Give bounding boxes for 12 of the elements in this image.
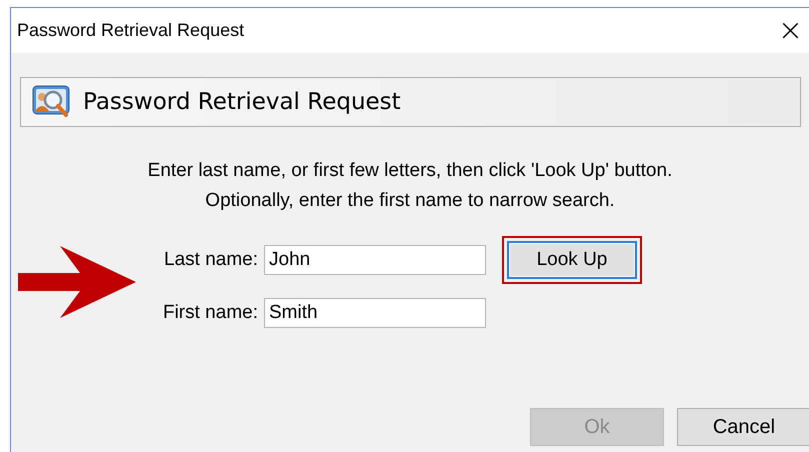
instruction-text: Optionally, enter the first name to narrow search. xyxy=(205,190,615,212)
header-title: Password Retrieval Request xyxy=(83,89,401,115)
name-field[interactable]: John xyxy=(264,245,486,275)
dialog-button[interactable]: Cancel xyxy=(677,408,809,446)
field-label: Last name: xyxy=(163,249,258,271)
arrow-icon xyxy=(18,246,136,318)
instruction-text: Enter last name, or first few letters, then click 'Look Up' button. xyxy=(148,160,672,182)
close-button[interactable]: × xyxy=(772,16,809,46)
look-up-button[interactable]: Look Up xyxy=(507,241,637,279)
name-field[interactable]: Smith xyxy=(264,298,486,328)
field-label: First name: xyxy=(162,302,258,324)
window-title: Password Retrieval Request xyxy=(17,20,244,41)
